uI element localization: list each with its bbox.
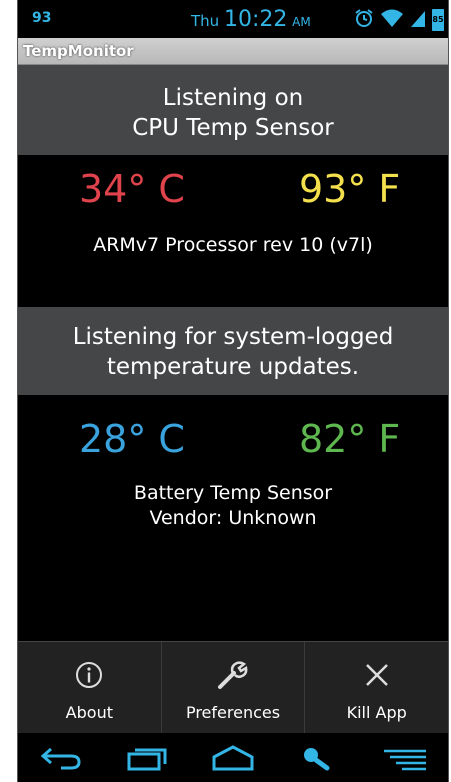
system-fahrenheit-value: 82° F xyxy=(299,417,401,461)
menu-icon[interactable] xyxy=(375,738,435,778)
app-title: TempMonitor xyxy=(23,42,134,60)
cpu-temp-panel: 34° C 93° F ARMv7 Processor rev 10 (v7l) xyxy=(18,155,448,307)
phone-screen: 93 Thu 10:22 AM 85 TempMonitor Listening… xyxy=(17,0,449,782)
clock-ampm: AM xyxy=(292,15,311,29)
signal-icon xyxy=(410,8,426,32)
system-listening-header: Listening for system-logged temperature … xyxy=(18,307,448,395)
search-icon[interactable] xyxy=(289,738,349,778)
cpu-fahrenheit-value: 93° F xyxy=(299,167,401,211)
cpu-header-line1: Listening on xyxy=(162,85,304,111)
about-label: About xyxy=(65,703,113,722)
cpu-celsius-value: 34° C xyxy=(79,167,185,211)
navigation-bar xyxy=(18,733,448,782)
info-icon xyxy=(18,660,161,690)
system-celsius-value: 28° C xyxy=(79,417,185,461)
wifi-icon xyxy=(380,8,404,32)
clock-time: 10:22 xyxy=(223,7,288,32)
clock: Thu 10:22 AM xyxy=(191,7,311,32)
about-button[interactable]: About xyxy=(18,642,162,734)
close-icon xyxy=(305,660,448,690)
system-temp-panel: 28° C 82° F Battery Temp Sensor Vendor: … xyxy=(18,395,448,641)
system-header-line1: Listening for system-logged xyxy=(72,324,394,350)
cpu-listening-header: Listening on CPU Temp Sensor xyxy=(18,65,448,155)
back-icon[interactable] xyxy=(31,738,91,778)
system-sensor-name: Battery Temp Sensor xyxy=(133,482,333,504)
clock-day: Thu xyxy=(191,12,220,30)
status-bar: 93 Thu 10:22 AM 85 xyxy=(18,0,448,38)
wrench-icon xyxy=(162,660,305,690)
kill-app-button[interactable]: Kill App xyxy=(305,642,448,734)
recents-icon[interactable] xyxy=(117,738,177,778)
alarm-icon xyxy=(354,8,374,32)
home-icon[interactable] xyxy=(203,738,263,778)
kill-app-label: Kill App xyxy=(346,703,407,722)
cpu-sensor-name: ARMv7 Processor rev 10 (v7l) xyxy=(93,234,373,256)
app-title-bar: TempMonitor xyxy=(18,38,448,65)
bottom-action-bar: About Preferences Kill App xyxy=(18,641,448,734)
status-icons: 85 xyxy=(354,8,444,32)
system-sensor-vendor: Vendor: Unknown xyxy=(149,507,317,529)
notification-count: 93 xyxy=(32,10,52,26)
cpu-header-line2: CPU Temp Sensor xyxy=(132,115,334,141)
preferences-label: Preferences xyxy=(185,703,281,722)
preferences-button[interactable]: Preferences xyxy=(162,642,306,734)
battery-icon: 85 xyxy=(432,9,444,31)
system-header-line2: temperature updates. xyxy=(106,354,360,380)
